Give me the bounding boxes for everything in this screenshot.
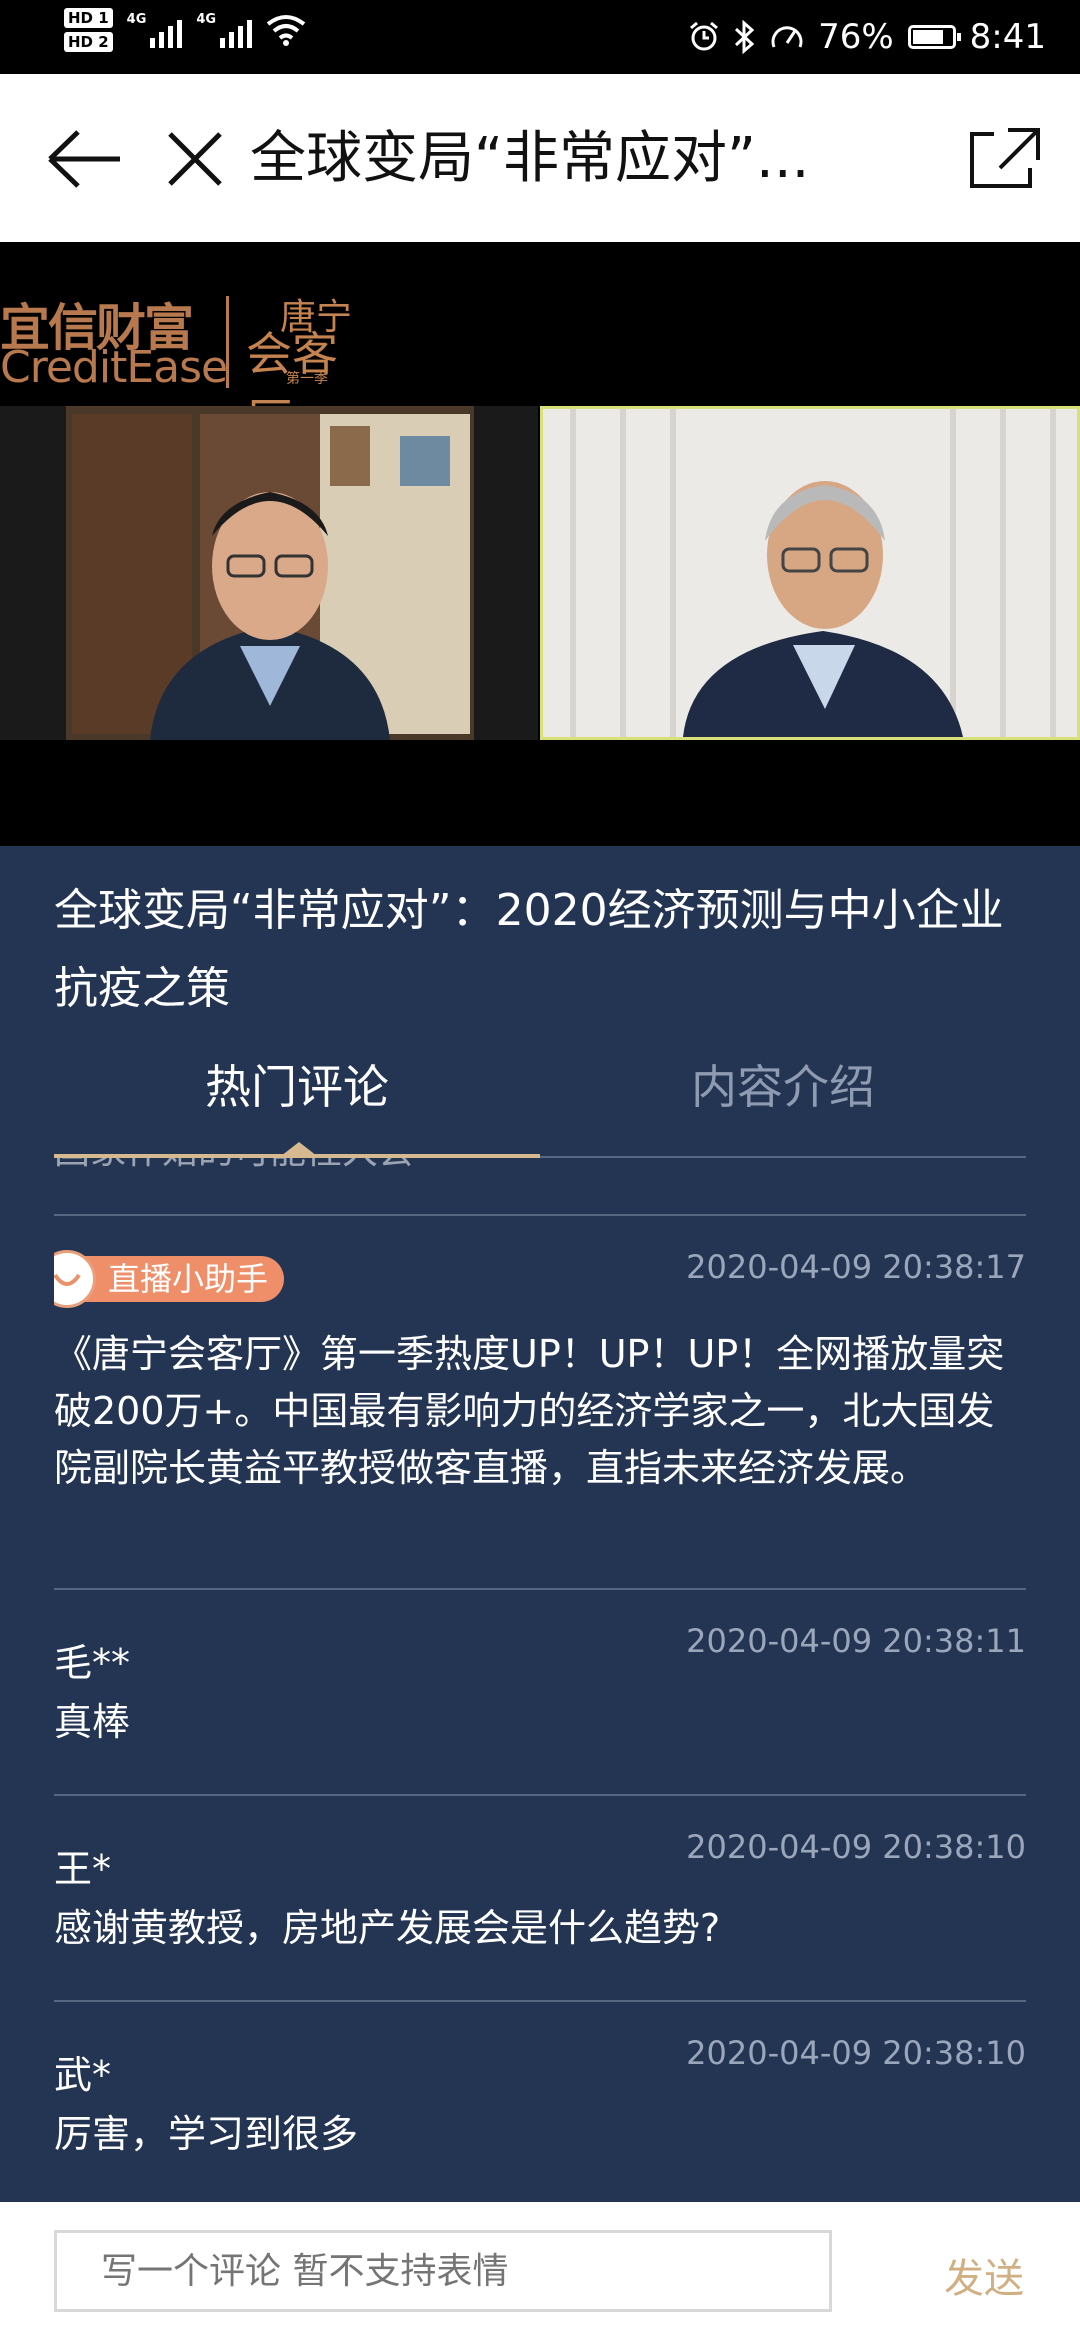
tab-caret [281, 1142, 317, 1156]
logo-divider [226, 296, 229, 388]
video-feed-guest [540, 406, 1080, 740]
comment-item: 王* 2020-04-09 20:38:10 感谢黄教授，房地产发展会是什么趋势… [54, 1794, 1026, 2000]
show-season: 第一季 [286, 371, 328, 387]
assistant-avatar [54, 1250, 96, 1308]
assistant-badge: 直播小助手 [54, 1250, 285, 1308]
comment-text: 厉害，学习到很多 [54, 2112, 359, 2156]
video-feed-host [0, 406, 538, 740]
comment-list[interactable]: 国家作始的可能性大会 直播小助手 2020-04-09 20:38:17 《唐宁… [54, 1158, 1026, 2202]
signal1-label: 4G [126, 12, 147, 27]
brand-logo: 宜信财富 CreditEase 唐宁 会客厅 第一季 [0, 288, 380, 447]
program-title: 全球变局“非常应对”：2020经济预测与中小企业抗疫之策 [54, 885, 1004, 1014]
comment-time: 2020-04-09 20:38:17 [686, 1248, 1026, 1286]
alarm-icon [690, 21, 719, 51]
comment-item: 直播小助手 2020-04-09 20:38:17 《唐宁会客厅》第一季热度UP… [54, 1214, 1026, 1588]
close-icon[interactable] [160, 124, 230, 194]
comment-author: 毛** [54, 1641, 131, 1685]
comment-item: 毛** 2020-04-09 20:38:11 真棒 [54, 1588, 1026, 1794]
comment-time: 2020-04-09 20:38:10 [686, 1828, 1026, 1866]
comment-item: 武* 2020-04-09 20:38:10 厉害，学习到很多 [54, 2000, 1026, 2202]
comment-time: 2020-04-09 20:38:11 [686, 1622, 1026, 1660]
host-scene [0, 406, 538, 740]
tab-bar: 热门评论 内容介绍 [54, 1044, 1026, 1158]
hd1-label: HD 1 [64, 8, 113, 28]
speed-icon [771, 26, 803, 48]
comment-composer: 发送 [0, 2202, 1080, 2340]
hd-indicator: HD 1 HD 2 [64, 8, 113, 52]
video-player[interactable]: 宜信财富 CreditEase 唐宁 会客厅 第一季 [0, 242, 1080, 846]
tab-content-intro[interactable]: 内容介绍 [540, 1044, 1026, 1130]
send-button[interactable]: 发送 [944, 2246, 1024, 2304]
status-bar: HD 1 HD 2 4G 4G 76% 8:41 [0, 0, 1080, 74]
nav-bar: 全球变局“非常应对”... [0, 74, 1080, 242]
wifi-icon [266, 15, 306, 46]
comment-text: 感谢黄教授，房地产发展会是什么趋势? [54, 1906, 721, 1950]
hd2-label: HD 2 [64, 32, 113, 52]
page-title: 全球变局“非常应对”... [250, 126, 810, 191]
clock: 8:41 [969, 17, 1046, 57]
battery-icon [907, 25, 961, 49]
show-logo: 唐宁 会客厅 第一季 [240, 288, 370, 447]
guest-scene [543, 409, 1077, 737]
signal2-label: 4G [196, 12, 217, 27]
signal-icon: 4G [127, 12, 183, 48]
tab-hot-comments[interactable]: 热门评论 [54, 1044, 540, 1130]
battery-percent: 76% [818, 17, 894, 57]
brand-en: CreditEase [0, 342, 228, 393]
partial-comment-text: 国家作始的可能性大会 [54, 1158, 414, 1174]
comment-time: 2020-04-09 20:38:10 [686, 2034, 1026, 2072]
comment-text: 《唐宁会客厅》第一季热度UP！UP！UP！全网播放量突破200万+。中国最有影响… [54, 1332, 1005, 1490]
comment-text: 真棒 [54, 1700, 131, 1744]
back-arrow-icon[interactable] [44, 124, 124, 194]
bluetooth-icon [735, 20, 755, 54]
comment-input[interactable] [54, 2230, 832, 2312]
comment-author: 王* [54, 1847, 112, 1891]
smile-icon [54, 1273, 81, 1286]
comment-author: 武* [54, 2053, 112, 2097]
comment-author: 直播小助手 [82, 1256, 285, 1302]
share-icon[interactable] [964, 124, 1044, 194]
signal-icon-2: 4G [196, 12, 253, 48]
